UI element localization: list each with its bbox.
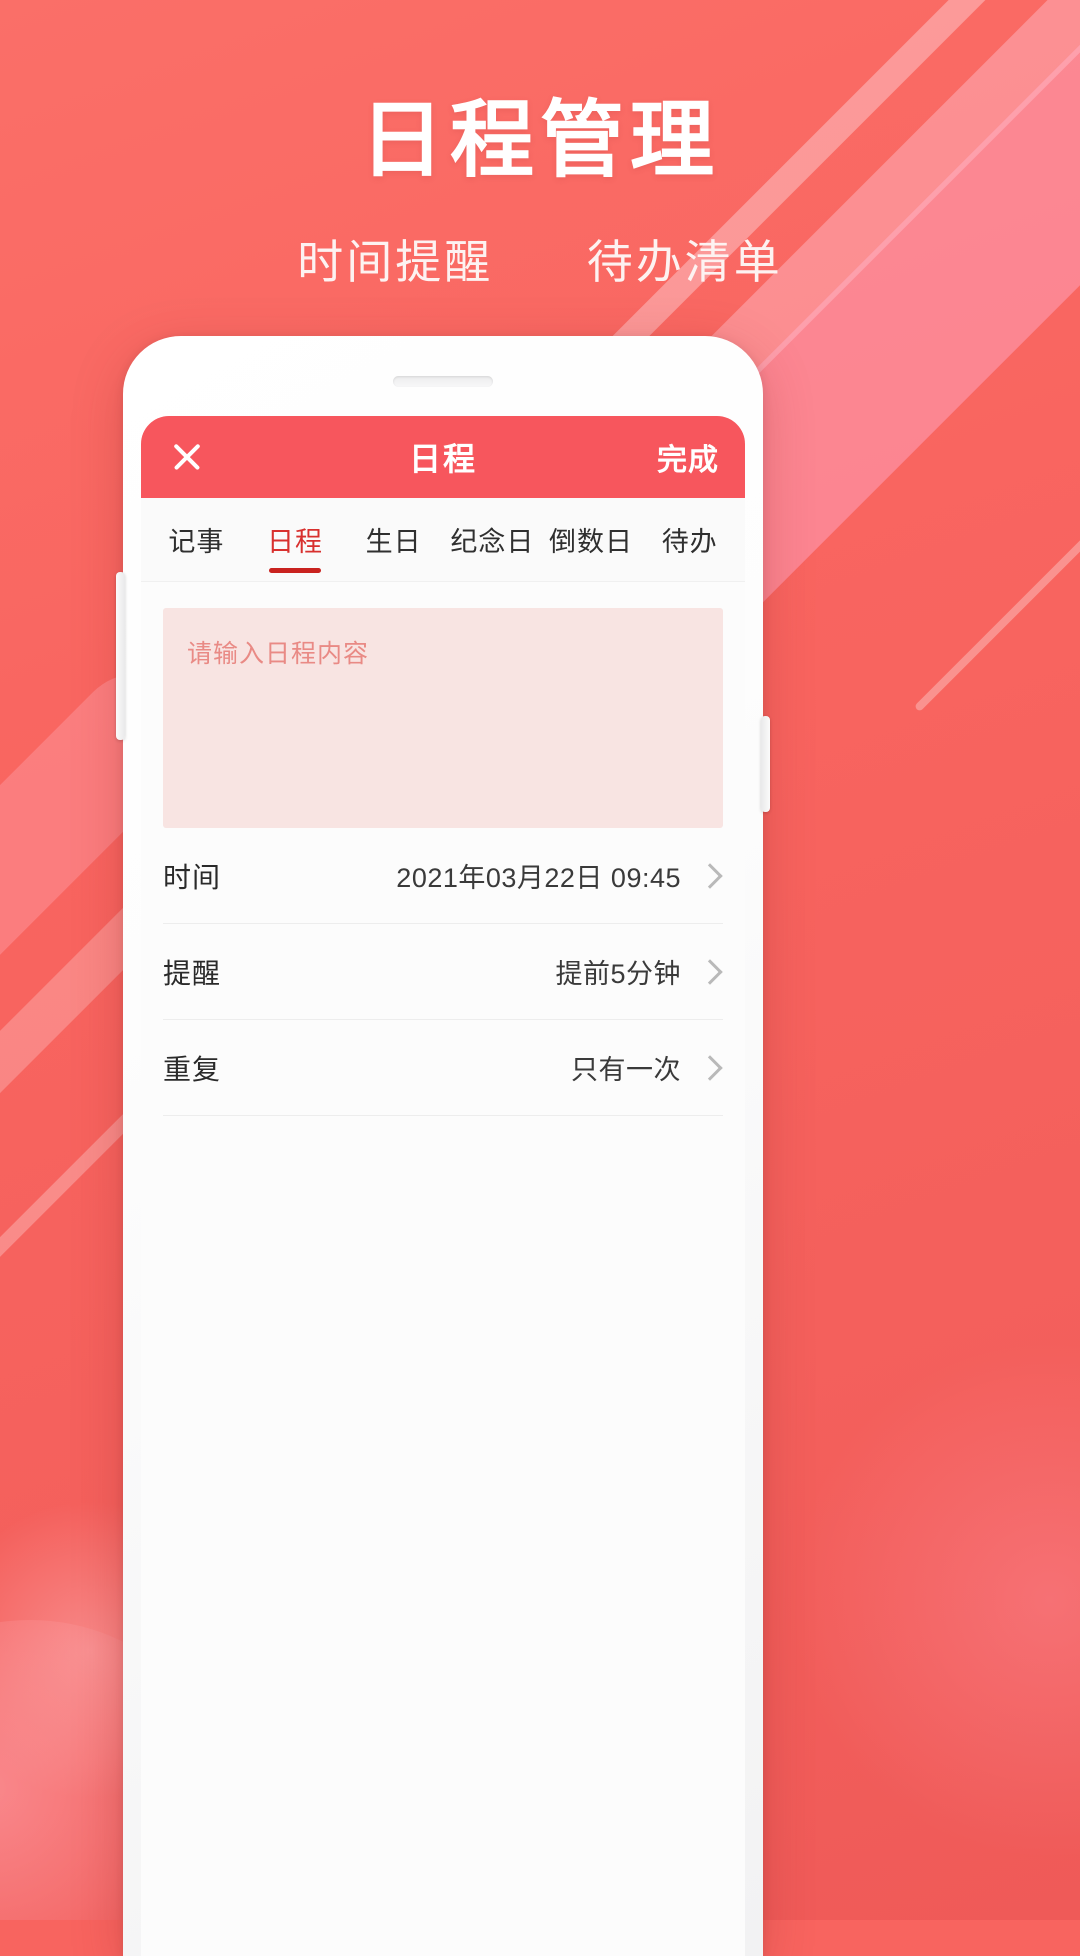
phone-screen: 日程 完成 记事 日程 生日 纪念日 倒数日 待办 请输入日程内容 时间 202…: [141, 416, 745, 1956]
tab-daoshuri[interactable]: 倒数日: [542, 498, 641, 581]
done-button[interactable]: 完成: [657, 435, 719, 479]
chevron-right-icon: [697, 959, 723, 985]
tab-jishi[interactable]: 记事: [147, 498, 246, 581]
close-icon[interactable]: [167, 437, 207, 477]
row-value: 2021年03月22日 09:45: [396, 863, 681, 893]
row-label: 重复: [163, 1053, 222, 1085]
tab-label: 日程: [267, 527, 323, 557]
promo-subtitle-left: 时间提醒: [297, 236, 494, 289]
row-label: 时间: [163, 861, 222, 893]
tab-shengri[interactable]: 生日: [344, 498, 443, 581]
decor-blob-3: [790, 1340, 1080, 1860]
schedule-content-input[interactable]: 请输入日程内容: [163, 608, 723, 828]
phone-volume-button[interactable]: [116, 572, 125, 740]
tab-bar: 记事 日程 生日 纪念日 倒数日 待办: [141, 498, 745, 582]
decor-stripe-4: [913, 267, 1080, 713]
tab-richeng[interactable]: 日程: [246, 498, 345, 581]
tab-jinianri[interactable]: 纪念日: [443, 498, 542, 581]
row-time[interactable]: 时间 2021年03月22日 09:45: [163, 828, 723, 924]
chevron-right-icon: [697, 1055, 723, 1081]
promo-subtitle-right: 待办清单: [586, 236, 783, 289]
page-title: 日程管理: [359, 93, 720, 187]
promo-subtitle: 时间提醒 待办清单: [0, 226, 1080, 292]
promo-headline: 日程管理 时间提醒 待办清单: [0, 96, 1080, 292]
row-value: 提前5分钟: [555, 959, 681, 989]
phone-power-button[interactable]: [761, 716, 770, 812]
schedule-content-placeholder: 请输入日程内容: [187, 640, 370, 668]
tab-label: 记事: [168, 527, 225, 557]
speaker-grille-icon: [393, 376, 493, 387]
app-title: 日程: [408, 441, 477, 477]
row-repeat[interactable]: 重复 只有一次: [163, 1020, 723, 1116]
tab-label: 生日: [365, 527, 422, 557]
tab-label: 倒数日: [549, 527, 634, 557]
content-empty-area: [141, 1116, 745, 1956]
row-reminder[interactable]: 提醒 提前5分钟: [163, 924, 723, 1020]
app-header: 日程 完成: [141, 416, 745, 498]
app-content: 请输入日程内容 时间 2021年03月22日 09:45 提醒 提前5分钟 重复…: [141, 582, 745, 1956]
chevron-right-icon: [697, 863, 723, 889]
phone-mockup: 日程 完成 记事 日程 生日 纪念日 倒数日 待办 请输入日程内容 时间 202…: [116, 336, 770, 1956]
row-label: 提醒: [163, 957, 222, 989]
tab-label: 纪念日: [450, 527, 535, 557]
tab-label: 待办: [661, 527, 718, 557]
row-value: 只有一次: [571, 1055, 681, 1085]
tab-daiban[interactable]: 待办: [640, 498, 739, 581]
